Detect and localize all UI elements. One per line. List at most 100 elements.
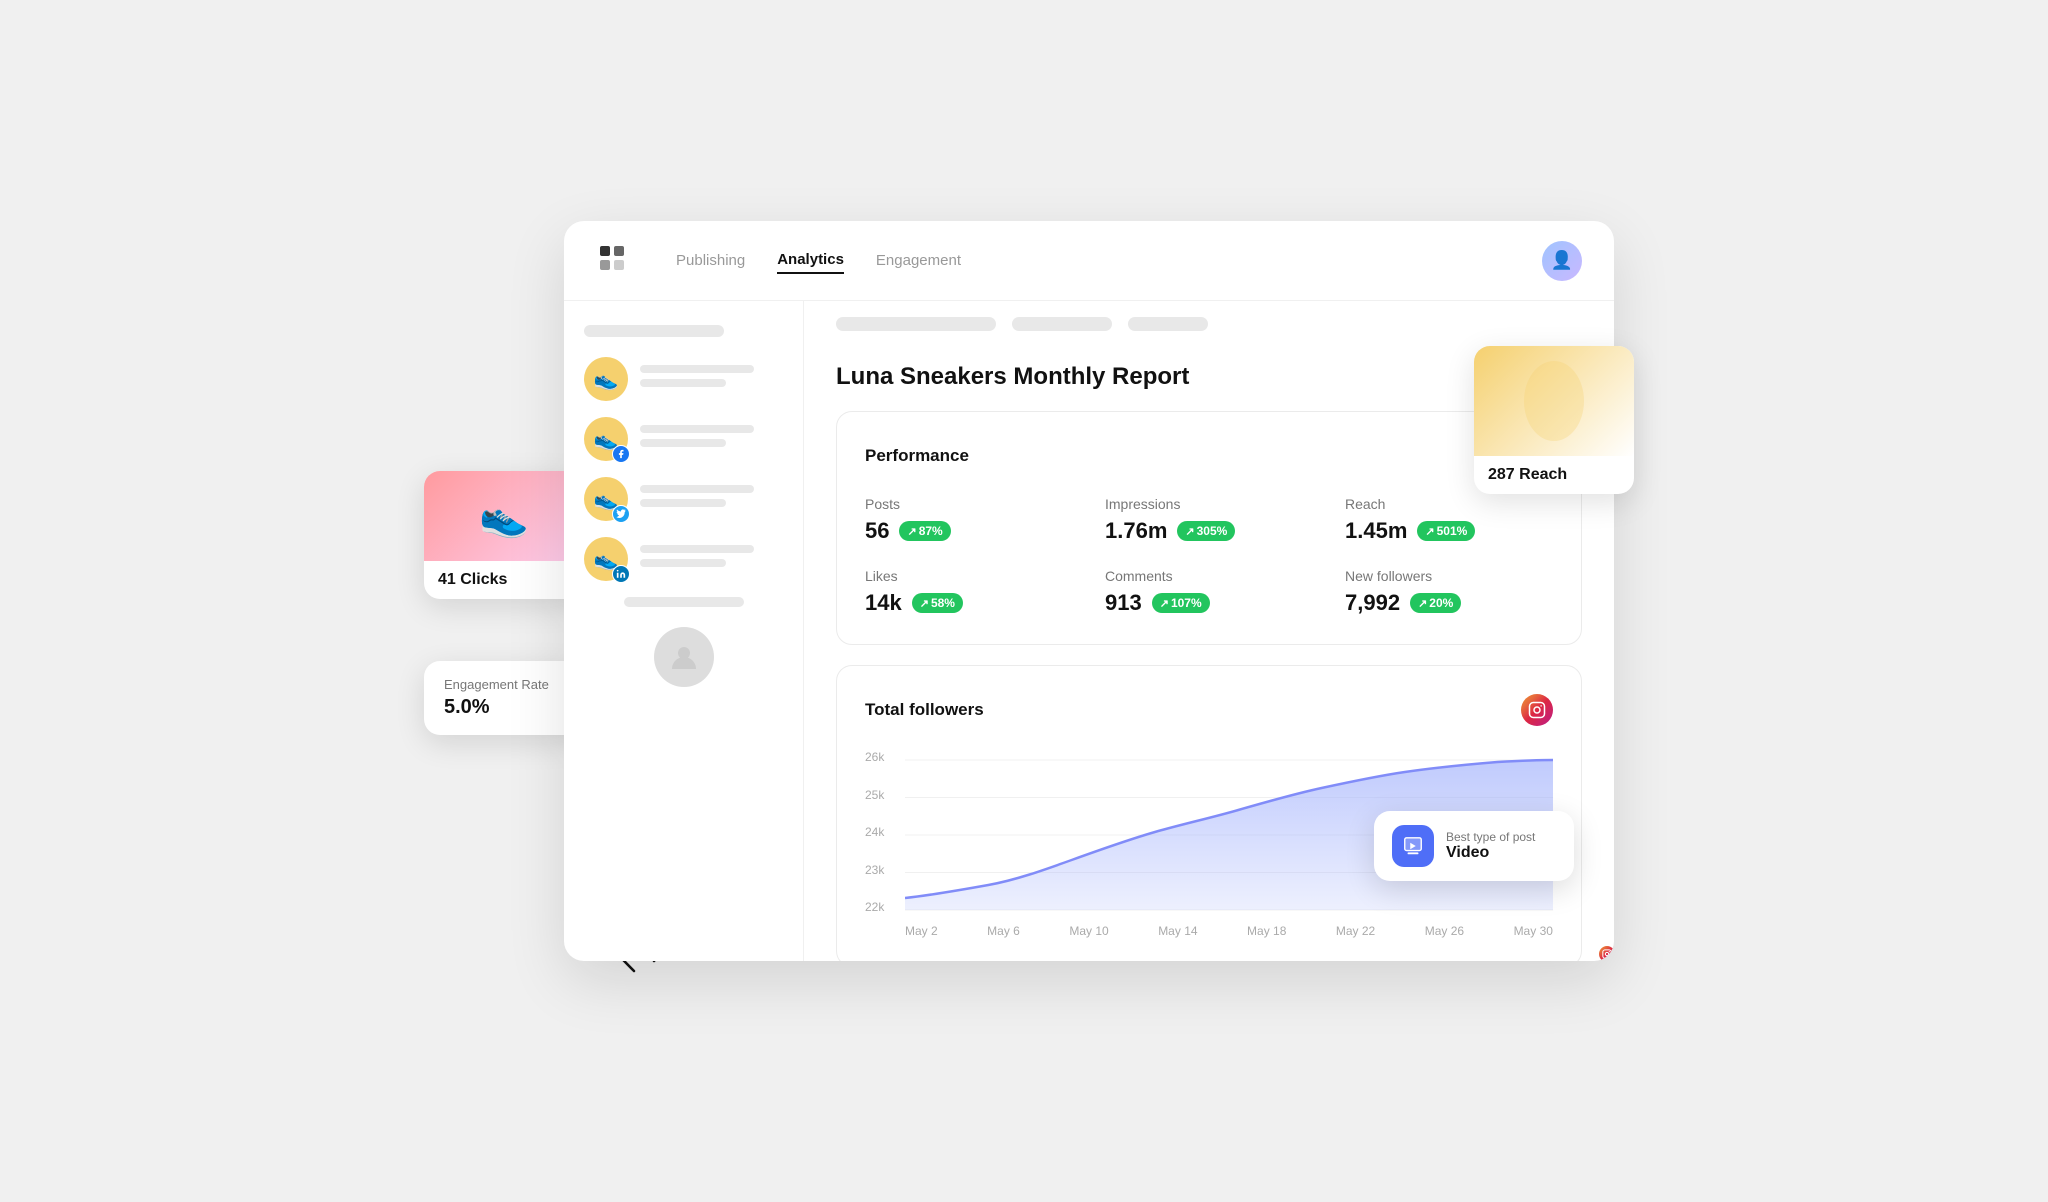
x-label-may10: May 10 — [1069, 924, 1108, 938]
sidebar-search-bar — [584, 325, 724, 337]
performance-card-header: Performance — [865, 440, 1553, 472]
float-clicks-image: 👟 — [424, 471, 584, 561]
best-post-icon — [1392, 825, 1434, 867]
float-best-post-card: Best type of post Video — [1374, 811, 1574, 881]
sidebar-line — [640, 425, 754, 433]
metric-impressions-value-row: 1.76m 305% — [1105, 518, 1313, 544]
sidebar-item-linkedin[interactable]: 👟 — [584, 537, 783, 581]
x-label-may6: May 6 — [987, 924, 1020, 938]
report-title: Luna Sneakers Monthly Report — [836, 363, 1189, 391]
float-reach-label: 287 Reach — [1474, 456, 1634, 494]
sidebar-profile-avatar[interactable] — [654, 627, 714, 687]
metric-likes-value: 14k — [865, 590, 902, 616]
x-label-may30: May 30 — [1514, 924, 1553, 938]
metric-new-followers: New followers 7,992 20% — [1345, 568, 1553, 616]
metric-posts-value: 56 — [865, 518, 889, 544]
metric-impressions-value: 1.76m — [1105, 518, 1167, 544]
sidebar-avatar-linkedin: 👟 — [584, 537, 628, 581]
metric-comments-label: Comments — [1105, 568, 1313, 584]
metric-reach-badge: 501% — [1417, 521, 1475, 541]
twitter-badge — [612, 505, 630, 523]
filter-pill-3[interactable] — [1128, 317, 1208, 331]
best-post-title: Best type of post — [1446, 830, 1535, 844]
nav-analytics[interactable]: Analytics — [777, 247, 844, 274]
linkedin-badge — [612, 565, 630, 583]
instagram-badge — [1598, 945, 1614, 961]
sidebar-item-facebook[interactable]: 👟 — [584, 417, 783, 461]
metric-comments-value-row: 913 107% — [1105, 590, 1313, 616]
user-avatar[interactable]: 👤 — [1542, 241, 1582, 281]
engagement-rate-value: 5.0% — [444, 696, 564, 719]
followers-chart-header: Total followers — [865, 694, 1553, 726]
metrics-grid: Posts 56 87% Impressions 1.76m 305% — [865, 496, 1553, 616]
float-reach-image — [1474, 346, 1634, 456]
metric-comments-value: 913 — [1105, 590, 1142, 616]
sidebar-line — [640, 439, 726, 447]
y-label-23k: 23k — [865, 863, 905, 877]
metric-new-followers-label: New followers — [1345, 568, 1553, 584]
sidebar: 👟 👟 — [564, 301, 804, 961]
metric-reach-value: 1.45m — [1345, 518, 1407, 544]
sidebar-lines-1 — [640, 365, 783, 393]
y-axis: 26k 25k 24k 23k 22k — [865, 750, 905, 938]
sidebar-line — [640, 485, 754, 493]
metric-impressions-label: Impressions — [1105, 496, 1313, 512]
engagement-rate-title: Engagement Rate — [444, 677, 564, 692]
metric-likes-label: Likes — [865, 568, 1073, 584]
sidebar-item-instagram[interactable]: 👟 — [584, 357, 783, 401]
logo[interactable] — [596, 242, 628, 279]
sidebar-line — [640, 365, 754, 373]
filter-bar — [836, 301, 1582, 347]
metric-likes: Likes 14k 58% — [865, 568, 1073, 616]
nav-engagement[interactable]: Engagement — [876, 248, 961, 273]
metric-reach-label: Reach — [1345, 496, 1553, 512]
sidebar-avatar-instagram: 👟 — [584, 357, 628, 401]
y-label-22k: 22k — [865, 900, 905, 914]
float-reach-card: 287 Reach — [1474, 346, 1634, 494]
metric-reach: Reach 1.45m 501% — [1345, 496, 1553, 544]
y-label-26k: 26k — [865, 750, 905, 764]
x-label-may22: May 22 — [1336, 924, 1375, 938]
x-label-may26: May 26 — [1425, 924, 1464, 938]
metric-reach-value-row: 1.45m 501% — [1345, 518, 1553, 544]
x-label-may18: May 18 — [1247, 924, 1286, 938]
best-post-value: Video — [1446, 844, 1535, 862]
metric-impressions-badge: 305% — [1177, 521, 1235, 541]
metric-new-followers-value: 7,992 — [1345, 590, 1400, 616]
metric-posts: Posts 56 87% — [865, 496, 1073, 544]
followers-chart-title: Total followers — [865, 700, 984, 720]
sidebar-avatar-facebook: 👟 — [584, 417, 628, 461]
best-post-text: Best type of post Video — [1446, 830, 1535, 862]
filter-pill-2[interactable] — [1012, 317, 1112, 331]
nav-publishing[interactable]: Publishing — [676, 248, 745, 273]
sidebar-line — [640, 379, 726, 387]
metric-posts-label: Posts — [865, 496, 1073, 512]
performance-title: Performance — [865, 446, 969, 466]
float-engagement-card: Engagement Rate 5.0% — [424, 661, 584, 735]
float-clicks-card: 👟 41 Clicks — [424, 471, 584, 599]
sidebar-lines-3 — [640, 485, 783, 513]
metric-posts-value-row: 56 87% — [865, 518, 1073, 544]
sidebar-lines-2 — [640, 425, 783, 453]
report-header: Luna Sneakers Monthly Report May · 1– 31 — [836, 363, 1582, 391]
sidebar-line — [640, 499, 726, 507]
sidebar-avatar-twitter: 👟 — [584, 477, 628, 521]
sidebar-item-twitter[interactable]: 👟 — [584, 477, 783, 521]
filter-pill-1[interactable] — [836, 317, 996, 331]
metric-comments: Comments 913 107% — [1105, 568, 1313, 616]
y-label-24k: 24k — [865, 825, 905, 839]
y-label-25k: 25k — [865, 788, 905, 802]
sidebar-line — [640, 545, 754, 553]
x-label-may14: May 14 — [1158, 924, 1197, 938]
metric-posts-badge: 87% — [899, 521, 950, 541]
metric-new-followers-badge: 20% — [1410, 593, 1461, 613]
float-clicks-label: 41 Clicks — [424, 561, 584, 599]
metric-likes-badge: 58% — [912, 593, 963, 613]
metric-impressions: Impressions 1.76m 305% — [1105, 496, 1313, 544]
sidebar-lines-4 — [640, 545, 783, 573]
x-axis: May 2 May 6 May 10 May 14 May 18 May 22 … — [905, 920, 1553, 938]
metric-comments-badge: 107% — [1152, 593, 1210, 613]
followers-instagram-icon — [1521, 694, 1553, 726]
sidebar-line — [640, 559, 726, 567]
facebook-badge — [612, 445, 630, 463]
